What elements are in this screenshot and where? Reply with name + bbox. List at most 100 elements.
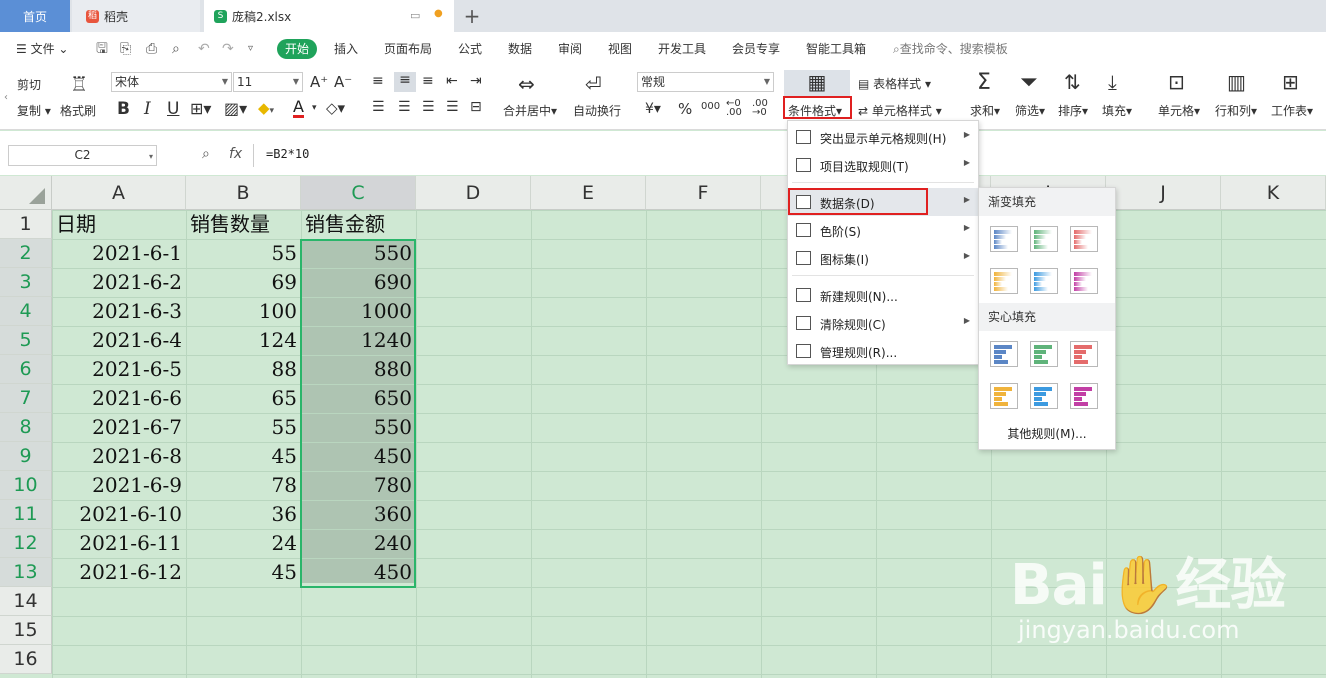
redo-icon[interactable]: ↷ [222,32,234,66]
menu-insert[interactable]: 插入 [334,32,358,66]
column-header-j[interactable]: J [1106,176,1221,210]
cell-qty[interactable]: 55 [186,239,301,268]
file-menu[interactable]: ☰ 文件 ⌄ [16,32,68,66]
wrap-text-icon[interactable]: ⏎ [585,72,602,96]
align-middle-icon[interactable]: ≡ [394,72,416,92]
clear-format-icon[interactable]: ◇▾ [326,99,345,117]
cell-qty[interactable]: 36 [186,500,301,529]
cell-qty[interactable]: 69 [186,268,301,297]
align-bottom-icon[interactable]: ≡ [422,73,434,89]
more-rules-button[interactable]: 其他规则(M)... [979,425,1115,442]
cell-b1[interactable]: 销售数量 [186,210,301,239]
formula-input[interactable]: =B2*10 [266,147,309,161]
align-top-icon[interactable]: ≡ [372,73,384,89]
row-header-5[interactable]: 5 [0,326,52,355]
cell-icon[interactable]: ⊡ [1168,70,1185,94]
tab-daoke[interactable]: 稻稻壳 [72,0,200,32]
menu-page-layout[interactable]: 页面布局 [384,32,432,66]
format-painter-icon[interactable]: ♖ [64,72,94,96]
decrease-decimal-icon[interactable]: .00 →0 [752,99,768,118]
solid-databar-swatch[interactable] [990,341,1018,367]
font-color-icon[interactable]: A [293,99,304,118]
menu-view[interactable]: 视图 [608,32,632,66]
row-col-button[interactable]: 行和列▾ [1215,102,1257,119]
cell-date[interactable]: 2021-6-1 [52,239,186,268]
wrap-text-button[interactable]: 自动换行 [573,102,621,119]
sort-icon[interactable]: ⇅ [1064,70,1081,94]
cell-a1[interactable]: 日期 [52,210,186,239]
cell-qty[interactable]: 45 [186,442,301,471]
name-box[interactable]: C2 ▾ [8,145,157,166]
menu-icon-sets[interactable]: 图标集(I) ▶ [788,244,978,272]
sort-button[interactable]: 排序▾ [1058,102,1088,119]
cell-qty[interactable]: 55 [186,413,301,442]
fill-icon[interactable]: ⤓ [1108,70,1117,94]
solid-databar-swatch[interactable] [1070,383,1098,409]
cell-date[interactable]: 2021-6-5 [52,355,186,384]
gradient-databar-swatch[interactable] [990,268,1018,294]
copy-button[interactable]: 复制 ▾ [17,102,51,119]
cell-date[interactable]: 2021-6-3 [52,297,186,326]
align-left-icon[interactable]: ☰ [372,99,385,115]
align-right-icon[interactable]: ☰ [422,99,435,115]
cell-qty[interactable]: 124 [186,326,301,355]
worksheet-icon[interactable]: ⊞ [1282,70,1299,94]
cell-qty[interactable]: 65 [186,384,301,413]
print-icon[interactable]: ⎙ [146,32,157,66]
number-format-select[interactable]: 常规 ▼ [637,72,774,92]
solid-databar-swatch[interactable] [990,383,1018,409]
row-header-4[interactable]: 4 [0,297,52,326]
row-header-7[interactable]: 7 [0,384,52,413]
menu-developer[interactable]: 开发工具 [658,32,706,66]
indent-increase-icon[interactable]: ⇥ [470,73,482,89]
cell-qty[interactable]: 45 [186,558,301,587]
customize-icon[interactable]: ▿ [248,32,253,66]
cell-qty[interactable]: 78 [186,471,301,500]
cell-qty[interactable]: 88 [186,355,301,384]
cell-date[interactable]: 2021-6-11 [52,529,186,558]
tab-file[interactable]: S 庞稿2.xlsx ▭ ● [204,0,454,32]
row-header-6[interactable]: 6 [0,355,52,384]
row-header-10[interactable]: 10 [0,471,52,500]
menu-color-scales[interactable]: 色阶(S) ▶ [788,216,978,244]
column-header-a[interactable]: A [52,176,186,210]
command-search[interactable]: ⌕查找命令、搜索模板 [893,32,1008,66]
cell-button[interactable]: 单元格▾ [1158,102,1200,119]
menu-top-bottom-rules[interactable]: 项目选取规则(T) ▶ [788,151,978,179]
row-header-15[interactable]: 15 [0,616,52,645]
row-header-12[interactable]: 12 [0,529,52,558]
cell-qty[interactable]: 24 [186,529,301,558]
menu-manage-rules[interactable]: 管理规则(R)... [788,337,978,365]
sum-icon[interactable]: Σ [977,70,991,95]
column-header-c[interactable]: C [301,176,416,210]
row-header-11[interactable]: 11 [0,500,52,529]
increase-decimal-icon[interactable]: ←0.00 [726,99,742,118]
cell-qty[interactable]: 100 [186,297,301,326]
align-center-icon[interactable]: ☰ [398,99,411,115]
save-icon[interactable]: 🖫 [96,32,108,66]
underline-icon[interactable]: U [167,99,179,119]
font-color-dropdown-icon[interactable]: ▾ [312,103,317,113]
gradient-databar-swatch[interactable] [1030,268,1058,294]
column-header-b[interactable]: B [186,176,301,210]
row-header-1[interactable]: 1 [0,210,52,239]
undo-icon[interactable]: ↶ [198,32,210,66]
monitor-icon[interactable]: ▭ [410,9,420,22]
worksheet-button[interactable]: 工作表▾ [1271,102,1313,119]
thousands-button[interactable]: 000 [701,101,720,112]
border-icon[interactable]: ⊞▾ [190,99,211,118]
fill-button[interactable]: 填充▾ [1102,102,1132,119]
solid-databar-swatch[interactable] [1030,341,1058,367]
font-family-select[interactable]: 宋体 ▼ [111,72,232,92]
menu-highlight-rules[interactable]: 突出显示单元格规则(H) ▶ [788,123,978,151]
gradient-databar-swatch[interactable] [990,226,1018,252]
solid-databar-swatch[interactable] [1070,341,1098,367]
row-header-16[interactable]: 16 [0,645,52,674]
font-size-select[interactable]: 11 ▼ [233,72,303,92]
ribbon-collapse-icon[interactable]: ‹ [4,92,8,103]
insert-function-button[interactable]: fx [229,146,242,162]
cut-button[interactable]: 剪切 [17,76,41,93]
row-header-13[interactable]: 13 [0,558,52,587]
percent-button[interactable]: % [678,100,692,118]
cell-c1[interactable]: 销售金额 [301,210,416,239]
